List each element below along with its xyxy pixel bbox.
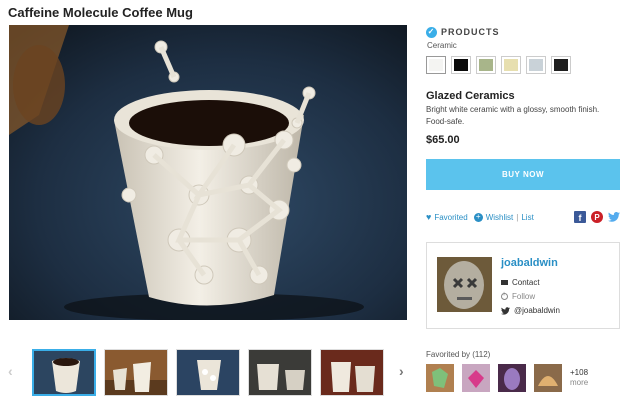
more-favorites-link[interactable]: +108 more — [570, 368, 588, 388]
products-label: PRODUCTS — [441, 27, 500, 37]
twitter-handle: @joabaldwin — [514, 306, 560, 315]
more-label: more — [570, 378, 589, 387]
contact-link[interactable]: Contact — [501, 278, 540, 287]
check-circle-icon: ✓ — [426, 26, 437, 38]
thumbnail-4[interactable] — [248, 349, 312, 396]
pinterest-icon[interactable]: P — [591, 211, 603, 223]
designer-profile-card: joabaldwin Contact Follow @joabaldwin — [426, 242, 620, 329]
separator: | — [516, 212, 519, 222]
buy-now-button[interactable]: BUY NOW — [426, 159, 620, 190]
follow-icon — [501, 291, 508, 300]
price: $65.00 — [426, 134, 460, 146]
thumbnail-3[interactable] — [176, 349, 240, 396]
follow-link[interactable]: Follow — [501, 291, 536, 301]
swatch-light-gray[interactable] — [526, 56, 546, 74]
more-count: +108 — [570, 368, 589, 377]
twitter-link[interactable]: @joabaldwin — [501, 306, 560, 315]
product-title: Caffeine Molecule Coffee Mug — [8, 5, 193, 20]
favorited-user-avatar[interactable] — [426, 364, 454, 392]
material-label: Ceramic — [427, 41, 457, 50]
favorited-by-title: Favorited by (112) — [426, 350, 491, 359]
avatar[interactable] — [437, 257, 492, 312]
favorited-user-avatar[interactable] — [498, 364, 526, 392]
heart-icon: ♥ — [426, 212, 432, 222]
favorited-by-list: +108 more — [426, 364, 588, 392]
facebook-icon[interactable]: f — [574, 211, 586, 223]
mail-icon — [501, 280, 508, 285]
swatch-sage[interactable] — [476, 56, 496, 74]
contact-label: Contact — [512, 278, 540, 287]
plus-circle-icon: + — [473, 212, 483, 222]
follow-label: Follow — [512, 292, 536, 301]
action-row: ♥ Favorited + Wishlist | List f P — [426, 210, 620, 224]
thumbnail-2[interactable] — [104, 349, 168, 396]
wishlist-label: Wishlist — [485, 212, 514, 222]
thumbnail-1[interactable] — [32, 349, 96, 396]
list-label[interactable]: List — [521, 213, 533, 222]
favorited-user-avatar[interactable] — [534, 364, 562, 392]
favorited-link[interactable]: ♥ Favorited — [426, 212, 468, 222]
favorited-user-avatar[interactable] — [462, 364, 490, 392]
social-share: f P — [574, 211, 620, 223]
favorited-label: Favorited — [434, 212, 468, 222]
swatch-black[interactable] — [451, 56, 471, 74]
thumbnail-5[interactable] — [320, 349, 384, 396]
swatch-cream[interactable] — [501, 56, 521, 74]
mug-photo — [9, 25, 407, 320]
main-product-image[interactable] — [9, 25, 407, 320]
swatch-charcoal[interactable] — [551, 56, 571, 74]
products-header: ✓ PRODUCTS — [426, 25, 620, 39]
product-sidebar: ✓ PRODUCTS Ceramic Glazed Ceramics Brigh… — [426, 25, 620, 329]
thumbnail-strip: ‹ › — [0, 345, 415, 397]
designer-username[interactable]: joabaldwin — [501, 257, 558, 269]
wishlist-link[interactable]: + Wishlist | List — [473, 212, 534, 222]
twitter-icon[interactable] — [608, 211, 620, 223]
twitter-small-icon — [501, 306, 510, 315]
swatch-white[interactable] — [426, 56, 446, 74]
finish-name: Glazed Ceramics — [426, 90, 515, 102]
chevron-left-icon[interactable]: ‹ — [8, 363, 13, 379]
color-swatches — [426, 56, 571, 74]
finish-description: Bright white ceramic with a glossy, smoo… — [426, 105, 600, 126]
